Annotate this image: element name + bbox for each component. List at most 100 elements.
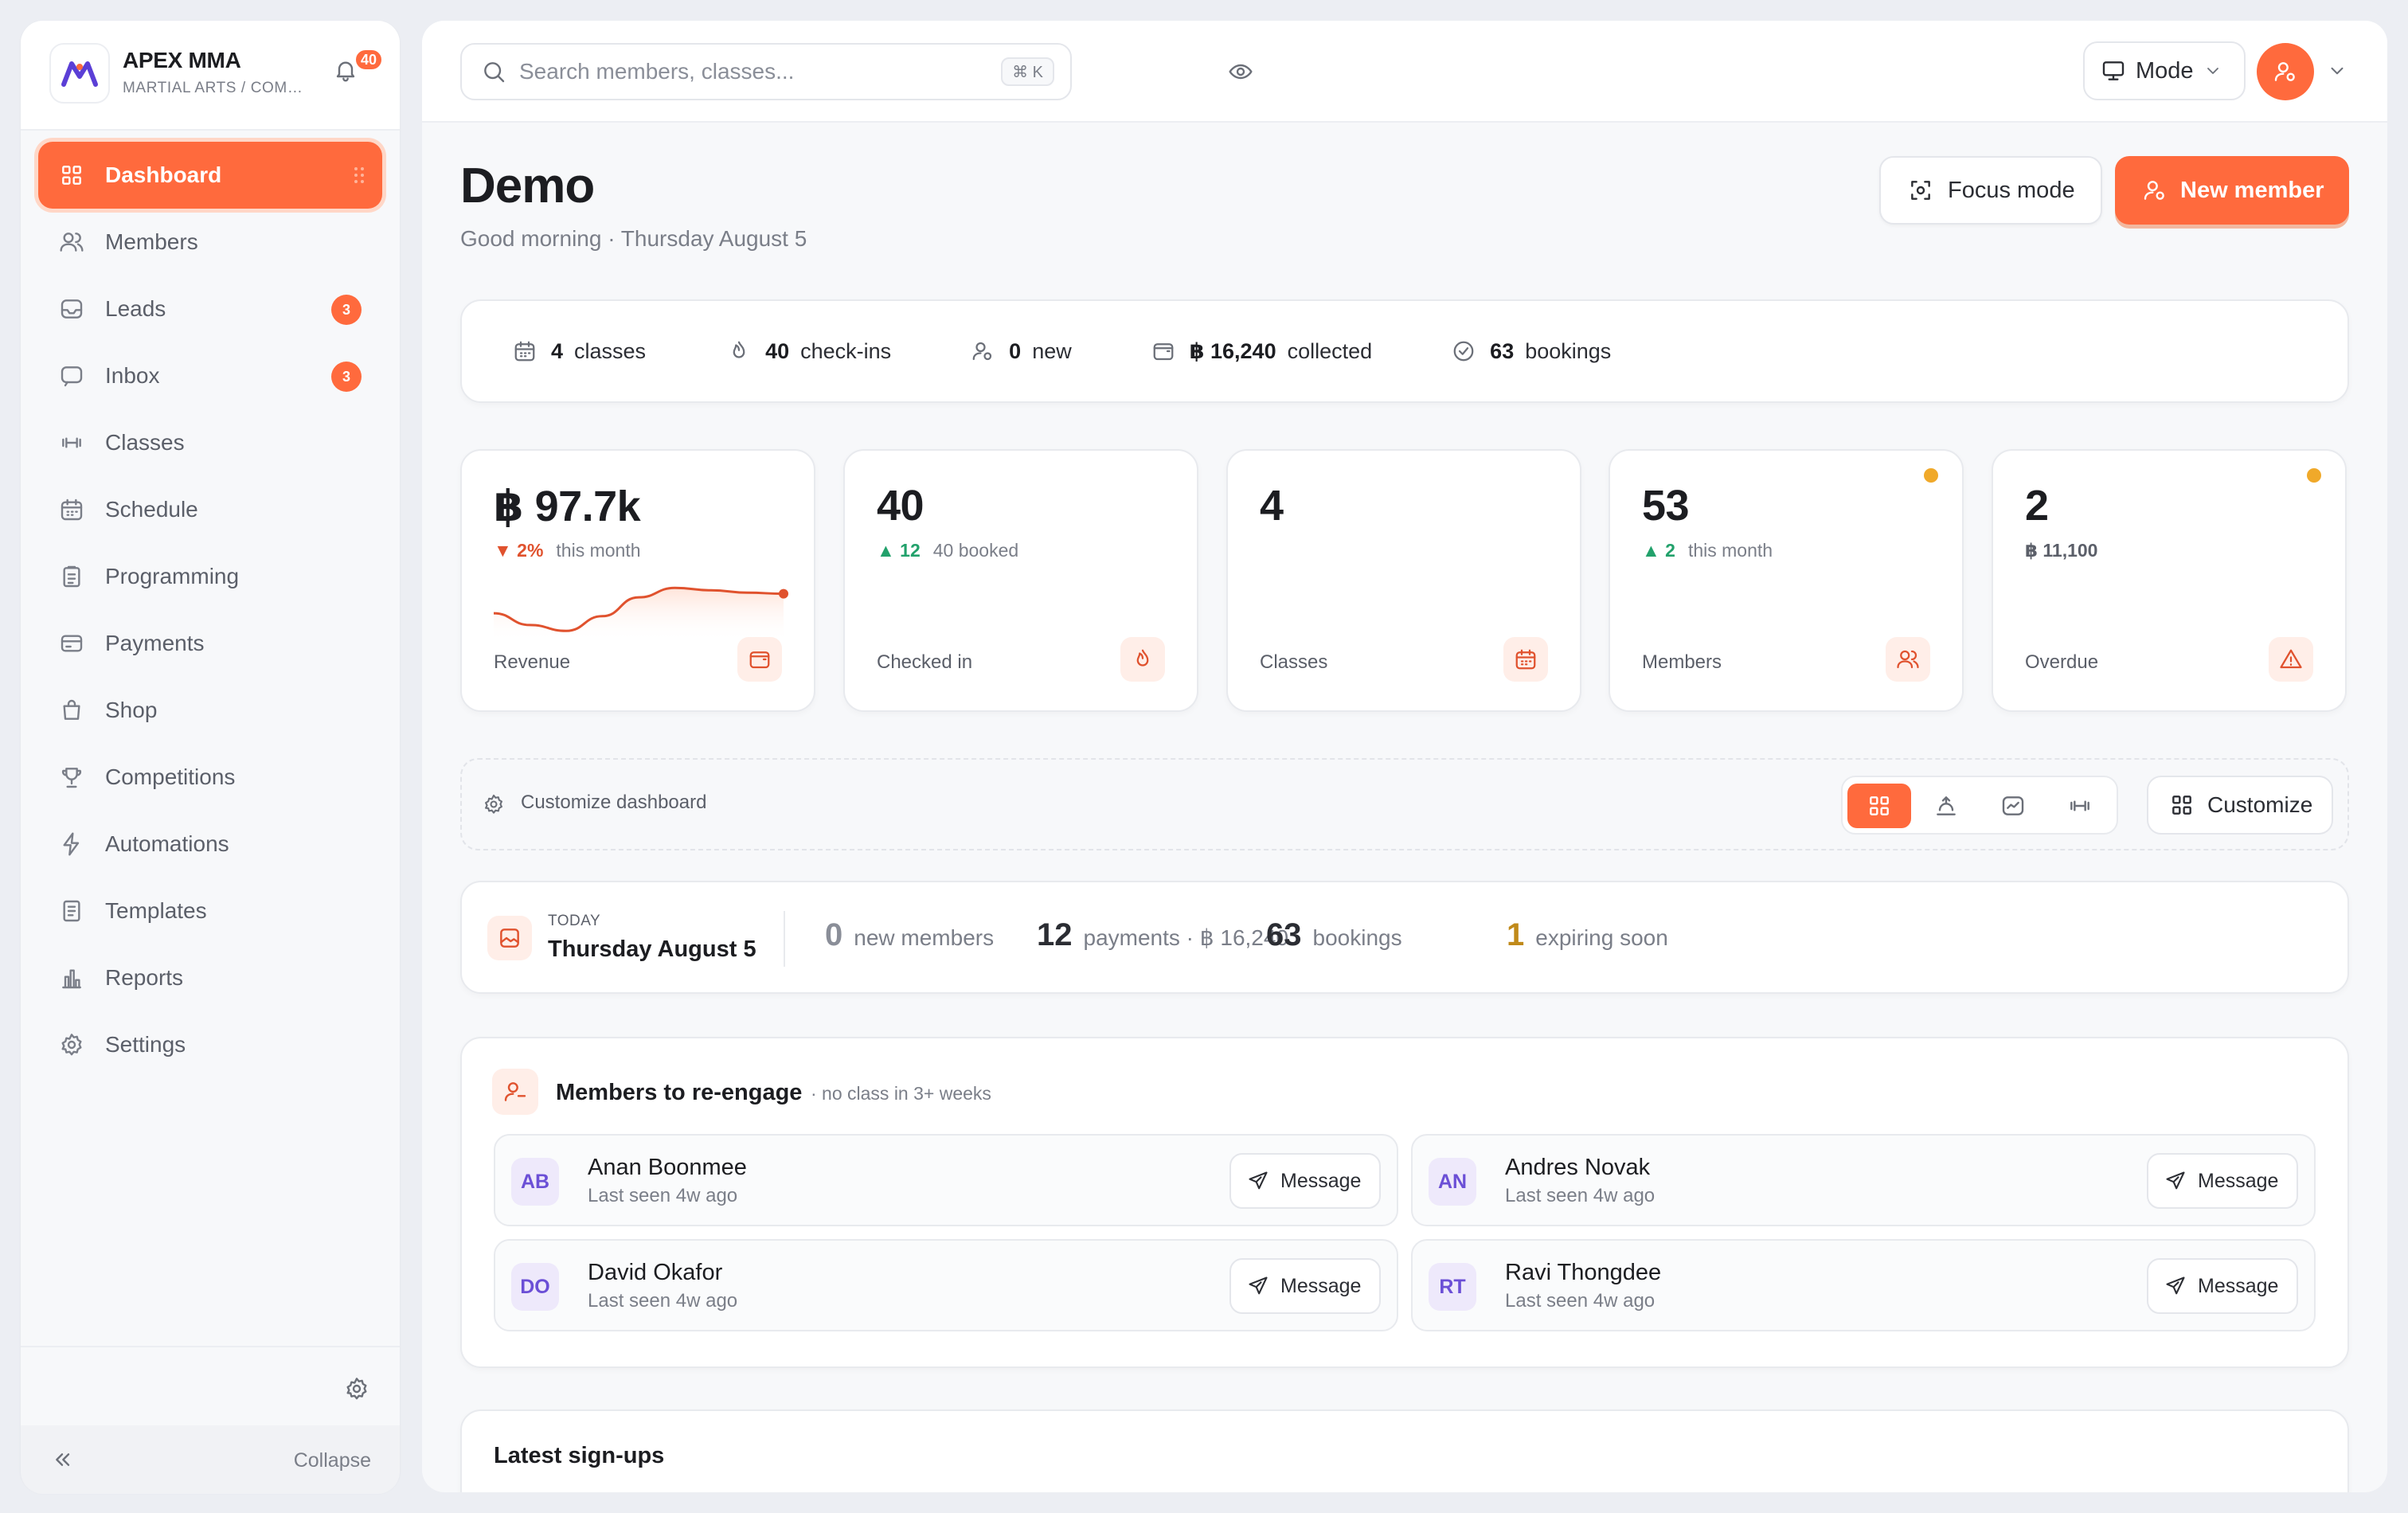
kpi-card-revenue[interactable]: ฿ 97.7k ▼ 2% this month Revenue [460, 449, 815, 712]
sidebar: APEX MMA MARTIAL ARTS / COMMUNITY 40 Das… [21, 21, 400, 1494]
today-kicker: TODAY [548, 913, 601, 929]
latest-signups-title: Latest sign-ups [494, 1443, 665, 1468]
message-button[interactable]: Message [1229, 1258, 1381, 1314]
avatar: AB [511, 1158, 559, 1206]
focus-mode-button[interactable]: Focus mode [1879, 156, 2102, 225]
sidebar-item-schedule[interactable]: Schedule [38, 476, 382, 543]
dumbbell-icon [2067, 793, 2093, 819]
grid-icon [59, 162, 105, 188]
collapse-button[interactable]: Collapse [21, 1425, 400, 1494]
message-button[interactable]: Message [2147, 1153, 2298, 1209]
view-classes-button[interactable] [2048, 784, 2112, 828]
mode-dropdown[interactable]: Mode [2083, 41, 2246, 100]
sidebar-item-label: Payments [105, 631, 205, 655]
stat-label: check-ins [800, 338, 892, 363]
message-button[interactable]: Message [1229, 1153, 1381, 1209]
kpi-value: ฿ 97.7k [494, 483, 641, 530]
brand-header: APEX MMA MARTIAL ARTS / COMMUNITY 40 [21, 21, 400, 131]
brand-logo[interactable] [49, 43, 110, 104]
brand-name: APEX MMA [123, 48, 241, 72]
send-icon [1247, 1275, 1269, 1297]
stat-value: ฿ 16,240 [1189, 338, 1276, 363]
member-name: Ravi Thongdee [1505, 1260, 1662, 1285]
trend-icon [2000, 793, 2026, 819]
kpi-card-members[interactable]: 53 ▲ 2 this month Members [1609, 449, 1964, 712]
bar-chart-icon [59, 965, 105, 991]
sidebar-item-label: Inbox [105, 363, 160, 388]
grid-icon [1867, 793, 1892, 819]
view-grid-button[interactable] [1847, 784, 1911, 828]
document-icon [59, 898, 105, 924]
sidebar-item-inbox[interactable]: Inbox 3 [38, 342, 382, 409]
stat-label: classes [574, 338, 647, 363]
kpi-card-checked-in[interactable]: 40 ▲ 12 40 booked Checked in [843, 449, 1198, 712]
member-last-seen: Last seen 4w ago [1505, 1290, 1656, 1312]
stat-value: 63 [1490, 338, 1515, 363]
stat-classes: 4 classes [513, 339, 646, 364]
kpi-label: Members [1642, 651, 1722, 673]
send-icon [2164, 1275, 2187, 1297]
send-icon [1247, 1170, 1269, 1192]
nav-count-badge: 3 [331, 295, 362, 325]
sidebar-item-templates[interactable]: Templates [38, 878, 382, 944]
member-name: Andres Novak [1505, 1155, 1651, 1180]
sidebar-item-settings[interactable]: Settings [38, 1011, 382, 1078]
kpi-card-overdue[interactable]: 2 ฿ 11,100 Overdue [1992, 449, 2347, 712]
gear-icon[interactable] [483, 793, 505, 815]
message-button[interactable]: Message [2147, 1258, 2298, 1314]
kpi-value: 40 [877, 482, 924, 530]
divider [784, 911, 785, 967]
calendar-icon [59, 497, 105, 522]
sidebar-settings-gear-icon[interactable] [344, 1376, 369, 1402]
kpi-card-classes[interactable]: 4 Classes [1226, 449, 1581, 712]
chevron-down-icon [2203, 61, 2222, 80]
sidebar-item-label: Schedule [105, 497, 198, 522]
page-subtitle: Good morning · Thursday August 5 [460, 226, 807, 251]
member-row[interactable]: DO David Okafor Last seen 4w ago Message [494, 1239, 1398, 1331]
avatar: RT [1429, 1263, 1476, 1311]
warning-icon [2269, 637, 2313, 682]
kpi-note: 40 booked [932, 540, 1019, 561]
view-sunrise-button[interactable] [1914, 784, 1978, 828]
view-trend-button[interactable] [1981, 784, 2045, 828]
sparkline-endpoint [779, 588, 788, 599]
member-row[interactable]: AN Andres Novak Last seen 4w ago Message [1411, 1134, 2316, 1226]
customize-dashboard-label[interactable]: Customize dashboard [521, 792, 706, 814]
sidebar-item-label: Programming [105, 564, 240, 588]
dumbbell-icon [59, 430, 105, 455]
stat-bookings: 63 bookings [1452, 339, 1611, 364]
stat-value: 4 [551, 338, 564, 363]
sidebar-item-programming[interactable]: Programming [38, 543, 382, 610]
flame-icon [727, 339, 765, 363]
stat-label: collected [1287, 338, 1373, 363]
sidebar-item-label: Automations [105, 831, 229, 856]
sidebar-item-shop[interactable]: Shop [38, 677, 382, 744]
search-input[interactable] [519, 59, 981, 84]
trophy-icon [59, 764, 105, 790]
kpi-label: Overdue [2025, 651, 2099, 673]
stat-value: 40 [765, 338, 790, 363]
eye-icon[interactable] [1228, 59, 1253, 84]
customize-button[interactable]: Customize [2147, 776, 2333, 835]
user-avatar-button[interactable] [2257, 43, 2314, 100]
user-minus-icon [492, 1069, 538, 1115]
account-chevron-down-icon[interactable] [2327, 61, 2347, 81]
search-box[interactable]: ⌘ K [460, 43, 1072, 100]
calendar-icon [1503, 637, 1548, 682]
new-member-button[interactable]: New member [2115, 156, 2349, 225]
drag-handle-icon[interactable] [354, 166, 365, 185]
sidebar-item-payments[interactable]: Payments [38, 610, 382, 677]
arrow-up-icon: ▲ [877, 540, 901, 561]
message-label: Message [1280, 1169, 1362, 1192]
users-icon [1886, 637, 1930, 682]
member-row[interactable]: AB Anan Boonmee Last seen 4w ago Message [494, 1134, 1398, 1226]
sidebar-item-leads[interactable]: Leads 3 [38, 276, 382, 342]
sidebar-item-members[interactable]: Members [38, 209, 382, 276]
kpi-note: ฿ 11,100 [2025, 540, 2098, 561]
sidebar-item-automations[interactable]: Automations [38, 811, 382, 878]
sidebar-item-competitions[interactable]: Competitions [38, 744, 382, 811]
member-row[interactable]: RT Ravi Thongdee Last seen 4w ago Message [1411, 1239, 2316, 1331]
sidebar-item-classes[interactable]: Classes [38, 409, 382, 476]
sidebar-item-dashboard[interactable]: Dashboard [38, 142, 382, 209]
sidebar-item-reports[interactable]: Reports [38, 944, 382, 1011]
